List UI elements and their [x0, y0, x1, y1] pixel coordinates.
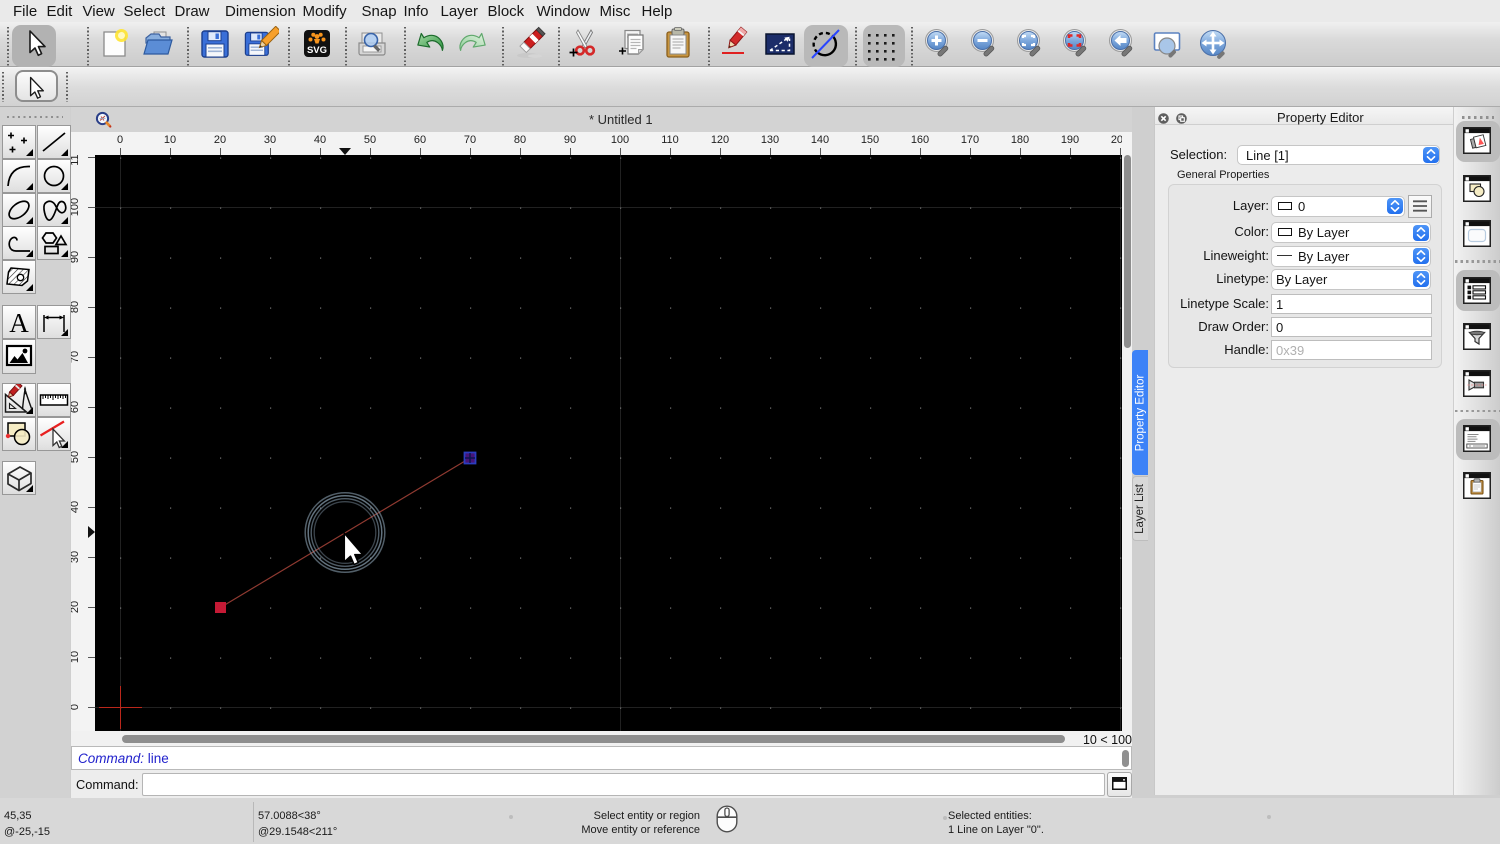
svg-text:SVG: SVG [307, 45, 327, 56]
svg-text:A: A [9, 308, 29, 338]
